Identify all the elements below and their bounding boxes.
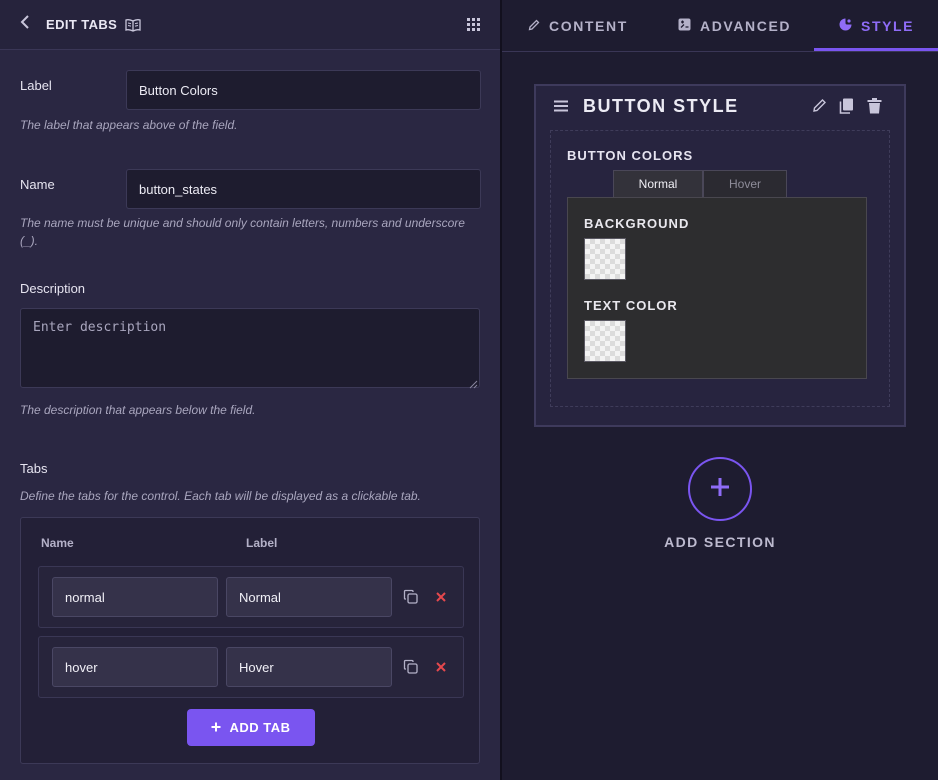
tab-normal[interactable]: Normal bbox=[613, 170, 703, 197]
control-label: BUTTON COLORS bbox=[567, 148, 694, 163]
tabs-repeater: Name Label normal Normal hover Hover ADD… bbox=[20, 517, 480, 764]
add-tab-button[interactable]: ADD TAB bbox=[187, 709, 315, 746]
text-color-swatch[interactable] bbox=[584, 320, 626, 362]
delete-x-icon[interactable] bbox=[435, 661, 447, 673]
add-section-button[interactable] bbox=[688, 457, 752, 521]
palette-icon bbox=[839, 18, 852, 34]
section-header: BUTTON STYLE bbox=[536, 86, 904, 126]
tab-label-input[interactable]: Hover bbox=[226, 647, 392, 687]
label-help-text: The label that appears above of the fiel… bbox=[20, 118, 238, 132]
trash-icon[interactable] bbox=[867, 98, 882, 114]
plus-icon bbox=[710, 477, 730, 502]
column-header-label: Label bbox=[246, 536, 278, 550]
docs-book-icon[interactable] bbox=[125, 18, 141, 32]
edit-tabs-panel: EDIT TABS Label Button Colors The label … bbox=[0, 0, 500, 780]
delete-x-icon[interactable] bbox=[435, 591, 447, 603]
plus-icon bbox=[211, 720, 221, 735]
text-color-label: TEXT COLOR bbox=[584, 298, 678, 313]
tab-hover[interactable]: Hover bbox=[703, 170, 787, 197]
drag-handle-icon[interactable] bbox=[553, 100, 569, 112]
resize-grip-icon[interactable] bbox=[468, 376, 478, 389]
active-tab-indicator bbox=[814, 48, 938, 51]
tab-row-hover: hover Hover bbox=[38, 636, 464, 698]
tab-content-label: CONTENT bbox=[549, 18, 628, 34]
duplicate-icon[interactable] bbox=[403, 659, 419, 675]
add-tab-label: ADD TAB bbox=[229, 720, 291, 735]
tab-advanced[interactable]: ADVANCED bbox=[678, 0, 791, 52]
add-section-label: ADD SECTION bbox=[664, 534, 776, 550]
edit-icon[interactable] bbox=[812, 98, 827, 113]
tab-style-label: STYLE bbox=[861, 18, 915, 34]
section-title: BUTTON STYLE bbox=[583, 96, 739, 116]
tab-name-input[interactable]: hover bbox=[52, 647, 218, 687]
description-help-text: The description that appears below the f… bbox=[20, 403, 256, 417]
editor-tabs: CONTENT ADVANCED STYLE bbox=[502, 0, 938, 52]
tabs-help-text: Define the tabs for the control. Each ta… bbox=[20, 489, 421, 503]
builder-canvas: CONTENT ADVANCED STYLE BUTTON STYLE BUTT… bbox=[502, 0, 938, 780]
panel-title: EDIT TABS bbox=[46, 17, 118, 32]
column-header-name: Name bbox=[41, 536, 74, 550]
tab-label-input[interactable]: Normal bbox=[226, 577, 392, 617]
background-color-swatch[interactable] bbox=[584, 238, 626, 280]
tab-name-input[interactable]: normal bbox=[52, 577, 218, 617]
pencil-icon bbox=[528, 18, 540, 34]
tab-style[interactable]: STYLE bbox=[839, 0, 914, 52]
label-input[interactable]: Button Colors bbox=[126, 70, 481, 110]
copy-icon[interactable] bbox=[839, 98, 854, 114]
advanced-icon bbox=[678, 18, 691, 34]
background-color-label: BACKGROUND bbox=[584, 216, 690, 231]
tab-content[interactable]: CONTENT bbox=[528, 0, 628, 52]
name-help-text: The name must be unique and should only … bbox=[20, 216, 465, 248]
tab-advanced-label: ADVANCED bbox=[700, 18, 792, 34]
grid-menu-icon[interactable] bbox=[467, 18, 480, 31]
back-icon[interactable] bbox=[20, 15, 40, 34]
label-field-label: Label bbox=[20, 78, 52, 93]
tab-row-normal: normal Normal bbox=[38, 566, 464, 628]
panel-header: EDIT TABS bbox=[0, 0, 500, 50]
name-field-label: Name bbox=[20, 177, 55, 192]
tabs-field-label: Tabs bbox=[20, 461, 48, 476]
tab-panel-normal: BACKGROUND TEXT COLOR bbox=[567, 197, 867, 379]
description-textarea[interactable]: Enter description bbox=[20, 308, 480, 388]
description-field-label: Description bbox=[20, 281, 86, 296]
duplicate-icon[interactable] bbox=[403, 589, 419, 605]
name-input[interactable]: button_states bbox=[126, 169, 481, 209]
